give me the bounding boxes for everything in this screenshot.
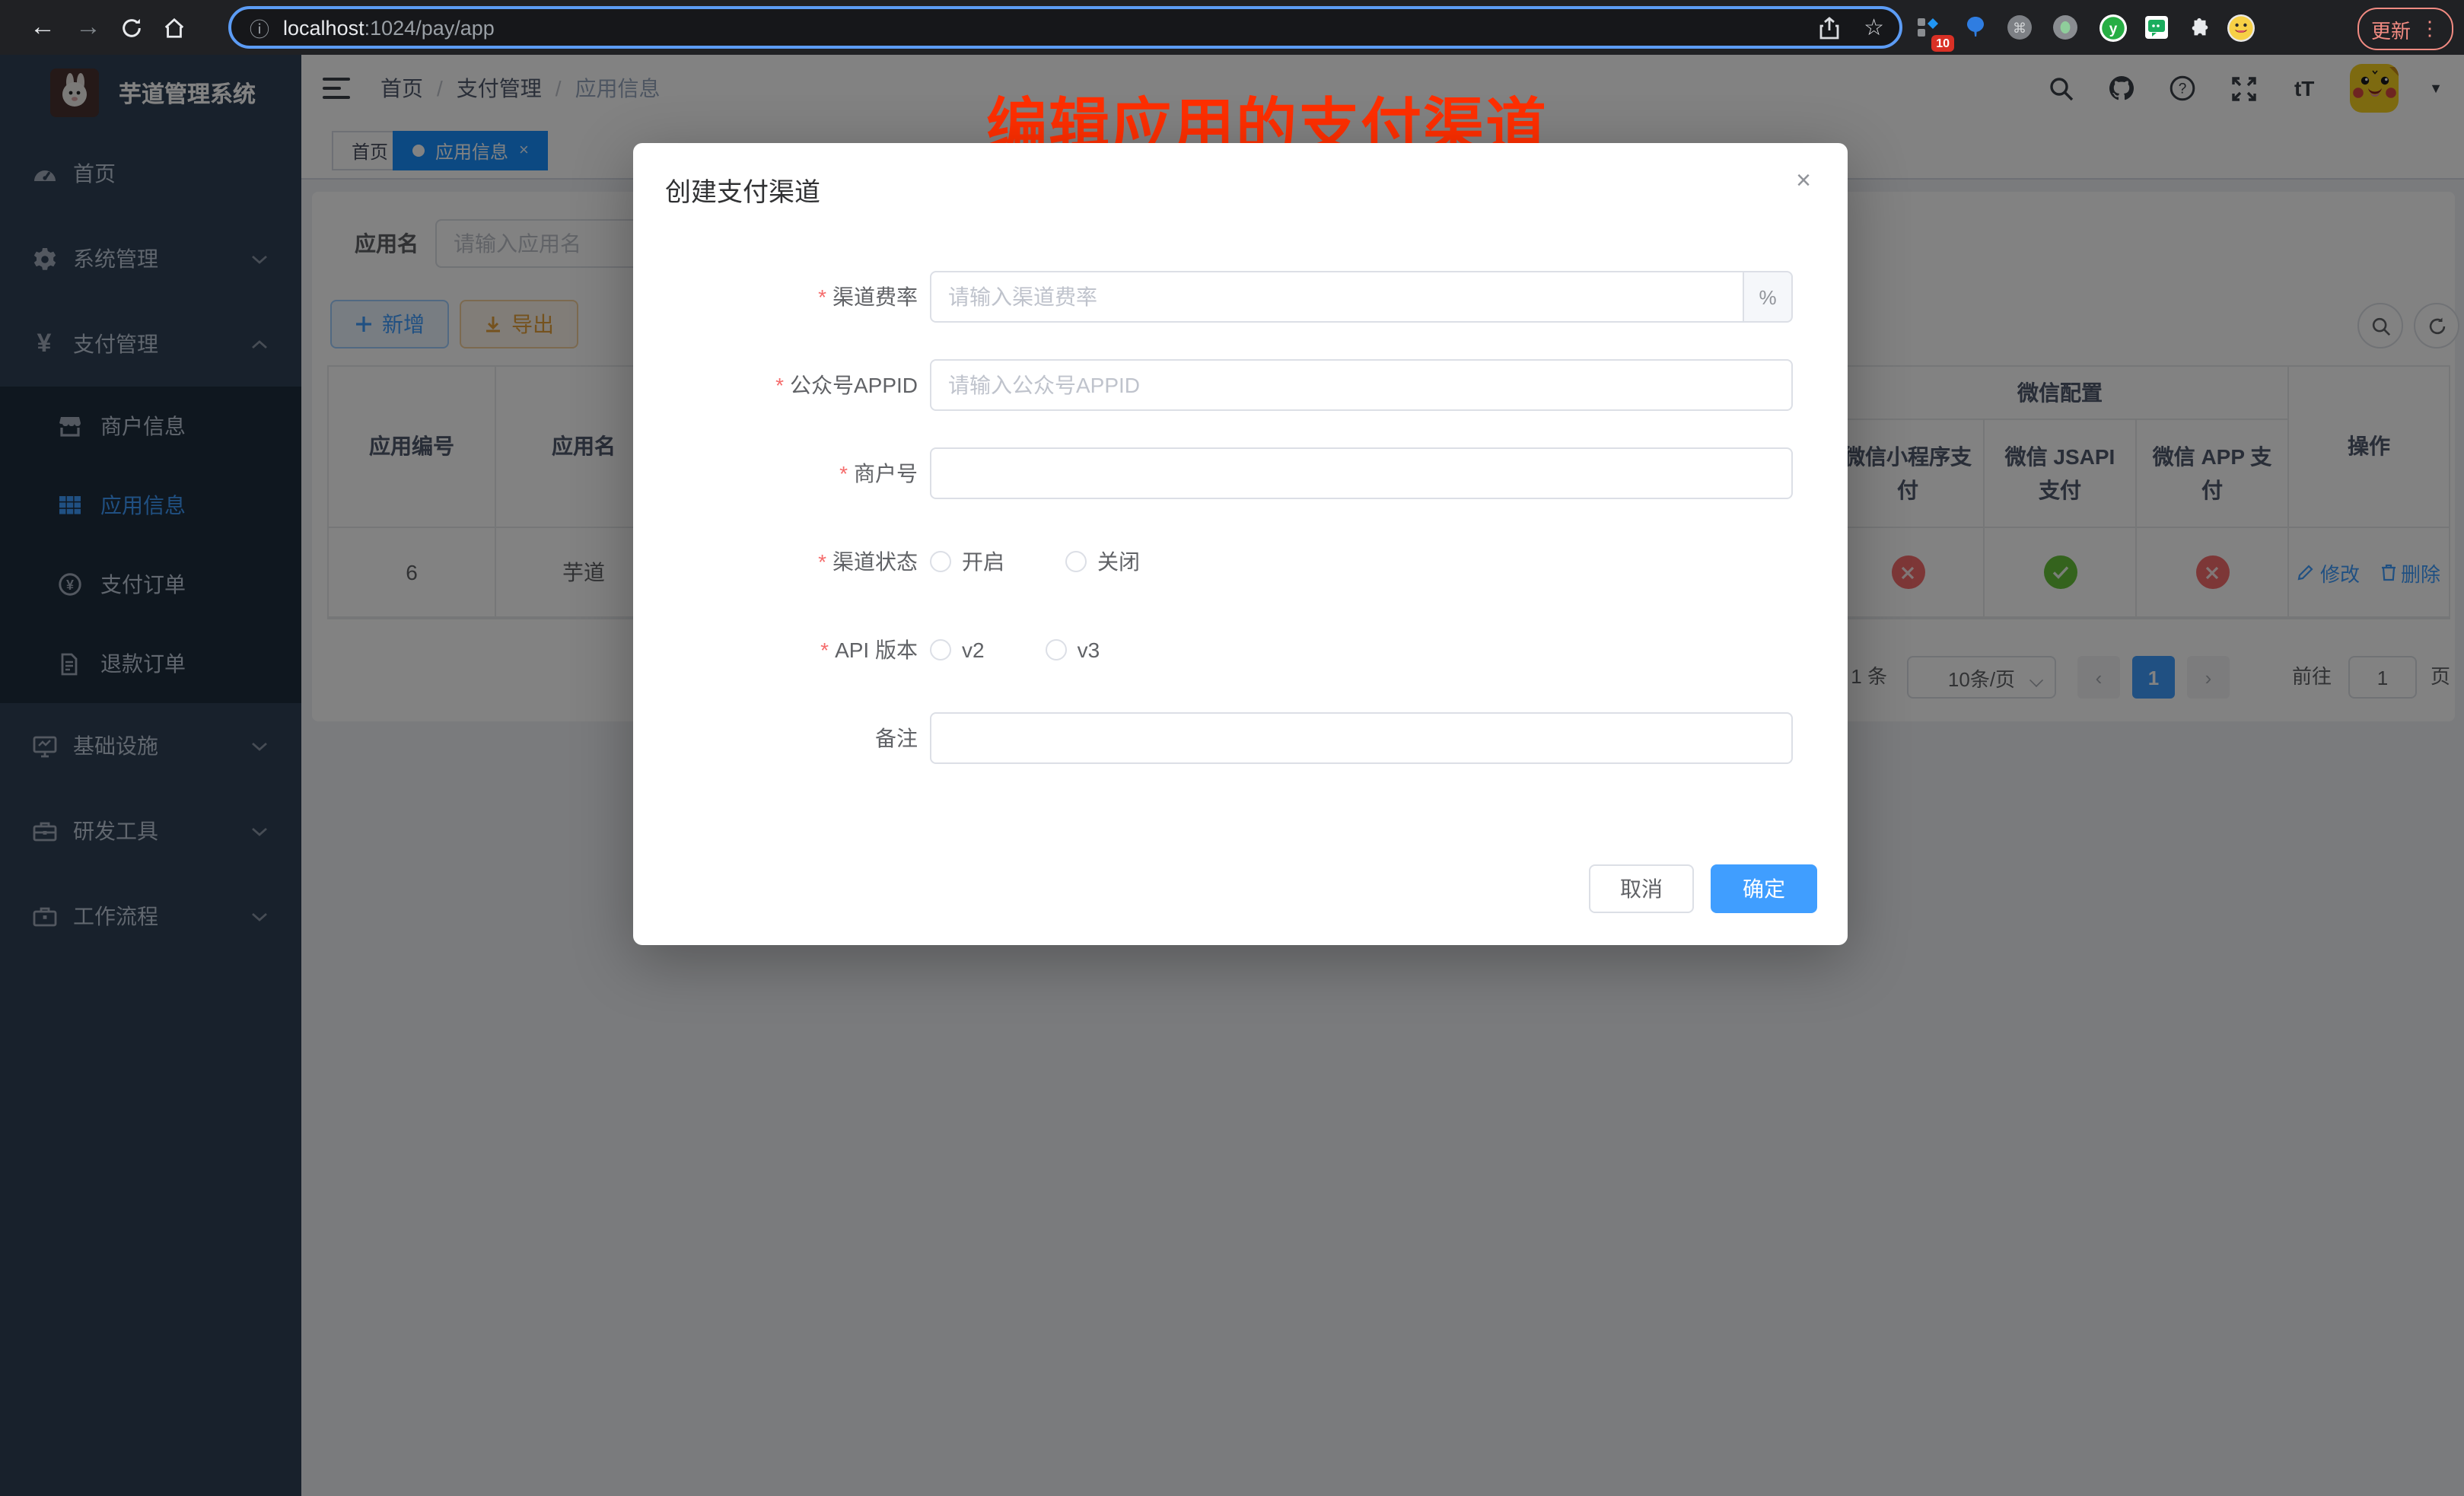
api-v3-radio[interactable]: v3 [1046, 638, 1100, 662]
y-extension-icon[interactable]: y [2093, 8, 2132, 47]
merchant-id-input[interactable] [930, 447, 1793, 499]
appid-input[interactable] [930, 359, 1793, 411]
required-mark: * [818, 285, 826, 309]
svg-text:y: y [2109, 21, 2117, 37]
browser-toolbar: ← → ⓘ localhost:1024/pay/app ☆ 10 ⌘ [0, 0, 2464, 55]
radio-circle-icon [930, 551, 951, 572]
radio-circle-icon [1046, 639, 1067, 660]
share-icon[interactable] [1818, 16, 1839, 39]
form-row-channel-rate: *渠道费率 % [670, 271, 1793, 323]
recorder-extension-icon[interactable] [2045, 8, 2085, 47]
devtools-extension-icon[interactable]: 10 [1908, 8, 1948, 47]
webpage: 芋道管理系统 首页 系统管理 ¥ 支 [0, 55, 2464, 1496]
screen: ← → ⓘ localhost:1024/pay/app ☆ 10 ⌘ [0, 0, 2464, 1496]
status-closed-radio[interactable]: 关闭 [1065, 546, 1140, 577]
form-row-channel-status: *渠道状态 开启 关闭 [670, 536, 1793, 587]
close-dialog-icon[interactable]: × [1790, 167, 1817, 195]
remark-label: 备注 [875, 726, 918, 750]
form-row-merchant-id: *商户号 [670, 447, 1793, 499]
back-icon[interactable]: ← [21, 0, 64, 55]
form-row-remark: 备注 [670, 712, 1793, 764]
svg-text:⌘: ⌘ [2013, 21, 2026, 36]
required-mark: * [839, 461, 848, 485]
reload-icon[interactable] [110, 0, 152, 55]
create-channel-dialog: 创建支付渠道 × *渠道费率 % *公众号APPID *商户号 [633, 143, 1848, 945]
merchant-id-label: 商户号 [854, 461, 918, 485]
chat-extension-icon[interactable] [2137, 8, 2176, 47]
api-v2-radio[interactable]: v2 [930, 638, 985, 662]
percent-suffix: % [1744, 271, 1793, 323]
channel-rate-input[interactable] [930, 271, 1744, 323]
form-row-api-version: *API 版本 v2 v3 [670, 624, 1793, 676]
forward-icon[interactable]: → [67, 0, 110, 55]
required-mark: * [820, 638, 829, 662]
url-text[interactable]: localhost:1024/pay/app [283, 16, 495, 39]
extension-badge: 10 [1931, 35, 1954, 52]
update-button[interactable]: 更新 ⋮ [2357, 8, 2453, 50]
emoji-avatar-extension-icon[interactable] [2220, 8, 2260, 47]
radio-circle-icon [930, 639, 951, 660]
site-info-icon[interactable]: ⓘ [250, 13, 269, 42]
address-bar[interactable]: ⓘ localhost:1024/pay/app ☆ [228, 6, 1902, 49]
channel-status-label: 渠道状态 [832, 549, 918, 574]
remark-input[interactable] [930, 712, 1793, 764]
kebab-menu-icon[interactable]: ⋮ [2420, 17, 2440, 41]
api-version-label: API 版本 [835, 638, 918, 662]
command-extension-icon[interactable]: ⌘ [2000, 8, 2039, 47]
required-mark: * [775, 373, 784, 397]
required-mark: * [818, 549, 826, 574]
extensions-puzzle-icon[interactable] [2179, 8, 2219, 47]
bookmark-star-icon[interactable]: ☆ [1864, 14, 1884, 41]
dialog-title: 创建支付渠道 [665, 170, 820, 208]
radio-circle-icon [1065, 551, 1087, 572]
cancel-button[interactable]: 取消 [1589, 864, 1694, 913]
confirm-button[interactable]: 确定 [1711, 864, 1817, 913]
status-open-radio[interactable]: 开启 [930, 546, 1004, 577]
form-row-appid: *公众号APPID [670, 359, 1793, 411]
balloon-extension-icon[interactable] [1956, 8, 1995, 47]
appid-label: 公众号APPID [790, 373, 918, 397]
channel-rate-label: 渠道费率 [832, 285, 918, 309]
home-icon[interactable] [152, 0, 195, 55]
